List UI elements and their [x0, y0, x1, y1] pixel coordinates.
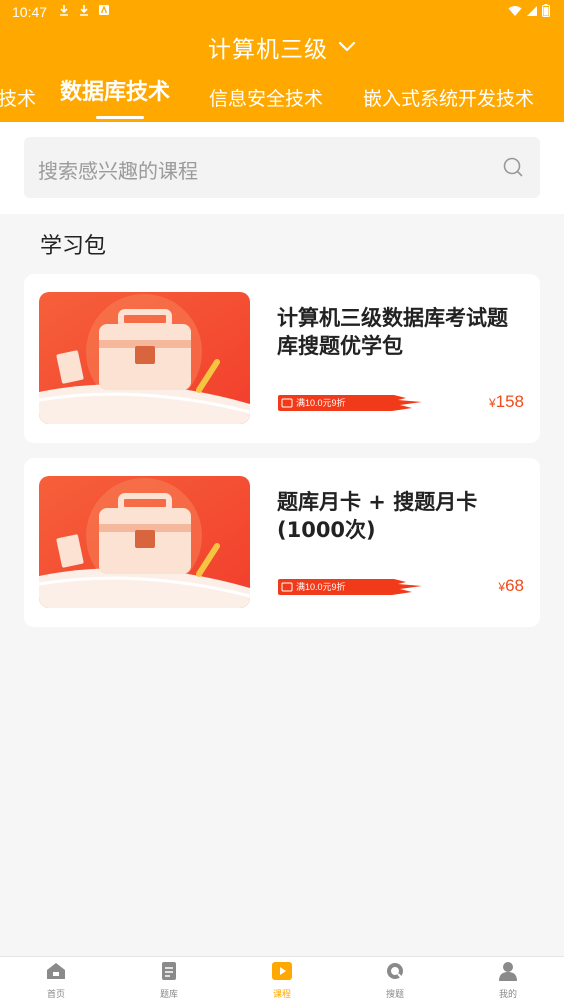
nav-profile[interactable]: 我的 [478, 961, 538, 1000]
tab-database[interactable]: 数据库技术 [60, 74, 170, 106]
nav-home[interactable]: 首页 [26, 961, 86, 1000]
search-icon [387, 963, 403, 979]
app-notification-icon [98, 4, 110, 19]
play-icon [272, 962, 292, 980]
search-placeholder: 搜索感兴趣的课程 [38, 159, 198, 183]
user-icon [499, 962, 517, 981]
signal-icon [527, 5, 537, 16]
section-title: 学习包 [40, 234, 107, 259]
product-thumbnail [39, 292, 250, 424]
tab-info-security[interactable]: 信息安全技术 [209, 84, 323, 111]
battery-icon [542, 4, 550, 17]
category-tabs: 技术 数据库技术 信息安全技术 嵌入式系统开发技术 [0, 72, 564, 122]
product-price: ¥68 [498, 576, 524, 595]
wifi-icon [508, 5, 522, 16]
search-input[interactable]: 搜索感兴趣的课程 [24, 137, 540, 198]
bottom-nav: 首页 题库 课程 搜题 我的 [0, 956, 564, 1004]
product-card[interactable]: 题库月卡 + 搜题月卡(1000次) 满10.0元9折 ¥68 [24, 458, 540, 627]
coupon-badge: 满10.0元9折 [276, 578, 428, 596]
product-price: ¥158 [488, 392, 524, 411]
search-section: 搜索感兴趣的课程 [0, 122, 564, 214]
nav-question-bank[interactable]: 题库 [139, 961, 199, 1000]
active-tab-indicator [96, 116, 144, 119]
product-name: 计算机三级数据库考试题库搜题优学包 [277, 306, 508, 358]
document-icon [162, 962, 176, 980]
coupon-badge: 满10.0元9折 [276, 394, 428, 412]
app-header: 10:47 计算机三级 技术 数据库技术 信息安全技术 嵌入式系统开发技术 [0, 0, 564, 122]
coupon-text: 满10.0元9折 [296, 398, 346, 408]
home-icon [47, 963, 65, 979]
status-icons [508, 4, 550, 17]
download-icon [58, 4, 70, 19]
status-bar: 10:47 [0, 0, 564, 24]
status-time: 10:47 [12, 4, 48, 20]
page-title: 计算机三级 [208, 37, 328, 63]
tab-embedded-systems[interactable]: 嵌入式系统开发技术 [363, 84, 534, 111]
nav-courses[interactable]: 课程 [252, 961, 312, 1000]
product-thumbnail [39, 476, 250, 608]
tab-technology[interactable]: 技术 [0, 84, 36, 111]
product-card[interactable]: 计算机三级数据库考试题库搜题优学包 满10.0元9折 ¥158 [24, 274, 540, 443]
coupon-text: 满10.0元9折 [296, 582, 346, 592]
product-name: 题库月卡 + 搜题月卡(1000次) [277, 490, 478, 542]
subject-selector[interactable]: 计算机三级 [0, 30, 564, 64]
search-icon[interactable] [502, 156, 524, 178]
chevron-down-icon [338, 41, 356, 52]
nav-search-questions[interactable]: 搜题 [365, 961, 425, 1000]
download-icon [78, 4, 90, 19]
